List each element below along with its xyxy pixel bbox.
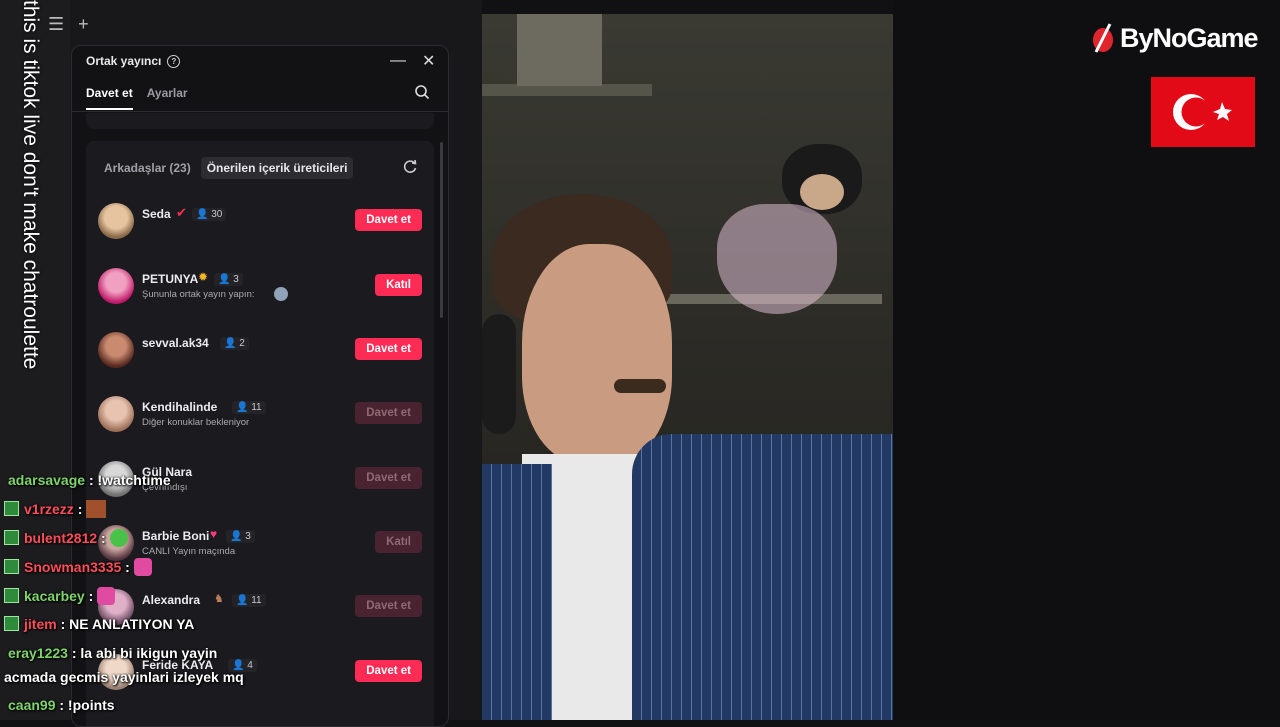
chat-message: eray1223 : la abi bi ikigun yayin bbox=[8, 645, 217, 661]
chat-username: Snowman3335 bbox=[24, 559, 122, 575]
panel-tabs: Davet et Ayarlar bbox=[86, 86, 188, 110]
viewer-count: 👤 30 bbox=[192, 208, 227, 221]
list-icon[interactable]: ☰ bbox=[48, 14, 64, 35]
user-name: Kendihalinde bbox=[142, 400, 218, 414]
chat-message: adarsavage : !watchtime bbox=[8, 472, 171, 488]
add-icon[interactable]: + bbox=[78, 14, 89, 35]
chat-message: kacarbey : bbox=[4, 587, 116, 605]
flag-crescent-icon bbox=[1173, 94, 1232, 130]
avatar[interactable] bbox=[98, 203, 134, 239]
panel-title: Ortak yayıncı bbox=[86, 54, 162, 68]
avatar[interactable] bbox=[98, 332, 134, 368]
brand-mark-icon bbox=[1093, 23, 1113, 53]
emote-icon bbox=[86, 500, 107, 518]
plush-face bbox=[800, 174, 844, 210]
viewer-count: 👤 3 bbox=[214, 273, 243, 286]
invite-button[interactable]: Davet et bbox=[355, 402, 422, 424]
user-status: Diğer konuklar bekleniyor bbox=[142, 417, 250, 428]
chat-username: bulent2812 bbox=[24, 530, 98, 546]
cabinet bbox=[517, 14, 602, 86]
chat-username: caan99 bbox=[8, 697, 56, 713]
join-button[interactable]: Katıl bbox=[375, 274, 422, 296]
sub-badge-icon bbox=[4, 559, 19, 574]
viewer-count: 👤 11 bbox=[232, 401, 266, 414]
subtab-friends[interactable]: Arkadaşlar (23) bbox=[104, 157, 191, 179]
close-button[interactable]: ✕ bbox=[422, 51, 435, 71]
emote-icon bbox=[97, 587, 116, 605]
help-icon[interactable]: ? bbox=[167, 54, 181, 68]
chat-text: : bbox=[125, 559, 130, 575]
sub-badge-icon bbox=[4, 501, 19, 516]
invite-button[interactable]: Davet et bbox=[355, 209, 422, 231]
chat-text: acmada gecmis yayinlari izleyek mq bbox=[4, 669, 244, 685]
chat-username: v1rzezz bbox=[24, 501, 74, 517]
brand-name: ByNoGame bbox=[1120, 22, 1259, 53]
sub-badge-icon bbox=[4, 616, 19, 631]
jacket bbox=[632, 434, 893, 720]
fairy-wings bbox=[717, 204, 837, 314]
scrollbar[interactable] bbox=[440, 142, 443, 318]
tab-settings[interactable]: Ayarlar bbox=[147, 86, 188, 110]
headphones bbox=[482, 314, 516, 434]
sub-badge-icon bbox=[4, 588, 19, 603]
tab-invite[interactable]: Davet et bbox=[86, 86, 133, 110]
user-name: sevval.ak34 bbox=[142, 336, 209, 350]
emote-icon bbox=[109, 529, 128, 547]
viewer-count: 👤 2 bbox=[220, 337, 249, 350]
user-status: Şununla ortak yayın yapın: bbox=[142, 289, 255, 300]
avatar[interactable] bbox=[98, 268, 134, 304]
person-face bbox=[522, 244, 672, 464]
tab-divider bbox=[72, 111, 448, 112]
panel-header: Ortak yayıncı ? bbox=[86, 54, 181, 68]
verified-icon: ✔ bbox=[176, 205, 187, 220]
chat-text: : bbox=[88, 588, 94, 604]
sun-badge-icon: ✹ bbox=[198, 270, 209, 284]
chat-message: acmada gecmis yayinlari izleyek mq bbox=[4, 669, 244, 685]
subtab-suggested-creators[interactable]: Önerilen içerik üreticileri bbox=[200, 157, 354, 179]
search-icon[interactable] bbox=[414, 84, 430, 100]
cohost-avatar bbox=[274, 287, 288, 301]
chat-message: Snowman3335 : bbox=[4, 558, 152, 576]
list-item: sevval.ak34 👤 2 Davet et bbox=[98, 330, 422, 370]
sub-badge-icon bbox=[4, 530, 19, 545]
chat-username: jitem bbox=[24, 616, 57, 632]
list-item: Kendihalinde 👤 11 Diğer konuklar bekleni… bbox=[98, 394, 422, 434]
chat-username: kacarbey bbox=[24, 588, 85, 604]
chat-text: : NE ANLATIYON YA bbox=[60, 616, 195, 632]
previous-section bbox=[86, 113, 434, 129]
refresh-icon[interactable] bbox=[402, 159, 418, 175]
vertical-overlay-text: this is tiktok live don't make chatroule… bbox=[19, 0, 42, 370]
chat-text: : !points bbox=[59, 697, 115, 713]
chat-message: caan99 : !points bbox=[8, 697, 115, 713]
minimize-button[interactable]: — bbox=[390, 52, 406, 70]
jacket-left bbox=[482, 464, 552, 720]
chat-username: adarsavage bbox=[8, 472, 86, 488]
chat-message: bulent2812 : bbox=[4, 529, 128, 547]
mustache bbox=[614, 379, 666, 393]
brand-logo: ByNoGame bbox=[1090, 22, 1259, 54]
toolbar: ☰ + bbox=[48, 14, 89, 35]
turkish-flag bbox=[1151, 77, 1255, 147]
list-item: PETUNYA ✹ 👤 3 Şununla ortak yayın yapın:… bbox=[98, 266, 422, 306]
stream-chat: adarsavage : !watchtime v1rzezz : bulent… bbox=[0, 440, 480, 720]
user-name: Seda bbox=[142, 207, 171, 221]
chat-message: v1rzezz : bbox=[4, 500, 107, 518]
emote-icon bbox=[133, 558, 152, 576]
webcam-feed bbox=[482, 14, 893, 720]
chat-username: eray1223 bbox=[8, 645, 68, 661]
list-subtabs: Arkadaşlar (23) Önerilen içerik üreticil… bbox=[104, 157, 354, 179]
chat-message: jitem : NE ANLATIYON YA bbox=[4, 616, 194, 632]
chat-text: : bbox=[101, 530, 106, 546]
invite-button[interactable]: Davet et bbox=[355, 338, 422, 360]
user-name: PETUNYA bbox=[142, 272, 199, 286]
chat-text: : !watchtime bbox=[88, 472, 171, 488]
chat-text: : bbox=[77, 501, 83, 517]
list-item: Seda ✔ 👤 30 Davet et bbox=[98, 201, 422, 241]
chat-text: : la abi bi ikigun yayin bbox=[71, 645, 218, 661]
avatar[interactable] bbox=[98, 396, 134, 432]
